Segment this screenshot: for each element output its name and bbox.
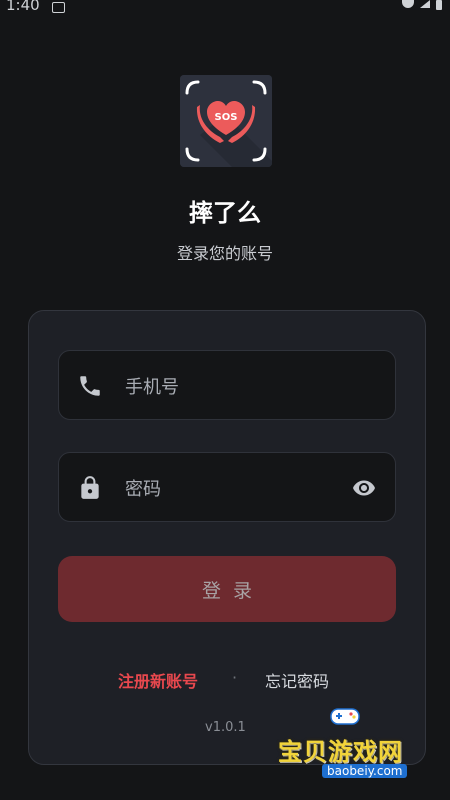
login-button[interactable]: 登录	[58, 556, 396, 622]
auth-links: 注册新账号 · 忘记密码	[29, 668, 427, 692]
login-card: 手机号 密码 登录 注册新账号 · 忘记密码 v1.0.1	[28, 310, 426, 765]
phone-input[interactable]: 手机号	[125, 373, 179, 399]
forgot-password-link[interactable]: 忘记密码	[265, 668, 329, 692]
gamepad-icon	[330, 708, 360, 725]
phone-field[interactable]: 手机号	[58, 350, 396, 420]
app-subtitle: 登录您的账号	[176, 244, 273, 263]
status-bar: 1:40	[0, 0, 450, 22]
battery-icon	[436, 0, 442, 10]
password-input[interactable]: 密码	[125, 475, 161, 501]
link-separator: ·	[232, 668, 238, 687]
wifi-icon	[402, 0, 414, 8]
version-label: v1.0.1	[205, 720, 246, 735]
password-field[interactable]: 密码	[58, 452, 396, 522]
status-icons	[402, 0, 442, 10]
signal-icon	[420, 0, 430, 8]
notification-icon	[52, 2, 65, 13]
watermark-url: baobeiy.com	[322, 764, 408, 778]
phone-icon	[80, 376, 100, 396]
lock-icon	[81, 476, 99, 499]
watermark-title: 宝贝游戏网	[278, 738, 403, 766]
status-time: 1:40	[6, 0, 40, 14]
logo-sos-text: SOS	[215, 112, 238, 123]
register-link[interactable]: 注册新账号	[118, 668, 198, 692]
app-logo: SOS	[180, 75, 272, 167]
app-title: 摔了么	[189, 199, 261, 227]
eye-icon[interactable]	[349, 476, 379, 500]
watermark: 宝贝游戏网 baobeiy.com	[272, 700, 448, 790]
